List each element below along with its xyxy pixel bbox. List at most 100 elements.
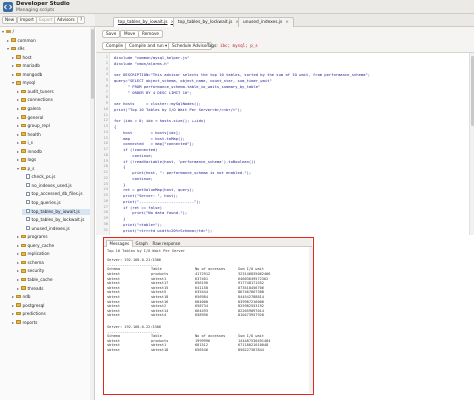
tree-folder-item[interactable]: ▸ logs	[17, 157, 36, 163]
tree-folder-item[interactable]: ▸ ndb	[12, 294, 30, 300]
folder-icon	[21, 140, 26, 145]
editor-scrollbar[interactable]	[469, 53, 474, 235]
line-number: 29	[103, 216, 108, 220]
close-icon[interactable]: ×	[285, 20, 289, 25]
tree-folder-item[interactable]: ▸ group_repl	[17, 123, 50, 129]
tree-folder-item[interactable]: ▸ reports	[12, 320, 37, 326]
sidebar-scrollbar[interactable]	[90, 27, 94, 400]
code-line: print("<tr><td width=20%>Schema</td>");	[114, 227, 213, 233]
code-line: if (!connected)	[114, 147, 158, 152]
import-button[interactable]: Import	[17, 16, 37, 24]
code-line: continue;	[114, 175, 153, 181]
code-line: var hosts = cluster::mySqlNodes();	[114, 101, 201, 106]
tab-messages[interactable]: Messages	[106, 239, 133, 247]
tree-item-label: unused_indexes.js	[31, 225, 70, 231]
table-cell: 810473957920	[238, 313, 264, 318]
advisors-button[interactable]: Advisors	[54, 16, 78, 24]
tree-folder-item[interactable]: ▸ common	[7, 38, 36, 44]
tree-folder-item[interactable]: ▸ general	[17, 115, 43, 121]
tree-folder-item[interactable]: ▸ replication	[17, 251, 50, 257]
tags-field[interactable]: ibc; mysql; p_s	[220, 43, 258, 48]
tree-file-item[interactable]: top_queries.js	[22, 200, 61, 206]
code-line: connected = map["connected"];	[114, 141, 195, 147]
tree-folder-item[interactable]: ▸ audit_tuners	[17, 89, 54, 95]
tree-item-label: health	[27, 131, 41, 137]
tree-folder-item[interactable]: ▸ query_cache	[17, 243, 54, 249]
tree-file-item[interactable]: top_tables_by_iowait.js	[22, 208, 90, 215]
tree-file-item[interactable]: top_accessed_db_files.js	[22, 191, 83, 197]
tree-folder-item[interactable]: ▸ threads	[17, 286, 43, 292]
tree-file-item[interactable]: unused_indexes.js	[22, 226, 70, 232]
tree-folder-item[interactable]: ▸ schema	[17, 260, 44, 266]
tab-raw-response[interactable]: Raw response	[149, 240, 184, 247]
main-toolbar: New Import Export Advisors ?	[0, 14, 95, 27]
line-number: 12	[103, 118, 108, 123]
move-button[interactable]: Move	[120, 30, 140, 38]
tree-item-label: security	[27, 268, 45, 274]
tree-item-label: mysql	[22, 80, 36, 86]
tree-folder-item[interactable]: ▸ connections	[17, 97, 53, 103]
folder-icon	[21, 277, 26, 282]
tree-folder-item[interactable]: ▸ galera	[17, 106, 41, 112]
tree-file-item[interactable]: top_tables_by_lockwait.js	[22, 217, 85, 223]
tab-unused-indexes[interactable]: unused_indexes.js ×	[238, 17, 294, 27]
line-number: 20	[103, 164, 108, 169]
scrollbar-thumb[interactable]	[90, 29, 94, 99]
tree-folder-item[interactable]: ▸ i_s	[17, 140, 33, 146]
tree-folder-item[interactable]: ▸ security	[17, 268, 44, 274]
line-number: 22	[103, 175, 108, 180]
line-number: 10	[103, 106, 108, 111]
tree-folder-item[interactable]: ▸ postgresql	[12, 303, 44, 309]
tree-folder-item[interactable]: ▾ mysql	[12, 80, 35, 86]
tree-item-label: general	[27, 114, 44, 120]
tab-top-tables-by-lockwait[interactable]: top_tables_by_lockwait.js×	[173, 17, 244, 27]
output-scrollbar[interactable]	[309, 247, 313, 393]
tree-file-item[interactable]: no_indexes_used.js	[22, 183, 72, 189]
code-line: print("------------------------");	[114, 198, 201, 204]
compile-button[interactable]: Compile	[102, 42, 128, 50]
output-title: Top 10 Tables by I/O Wait Per Server	[107, 249, 185, 253]
tree-folder-item[interactable]: ▸ innodb	[17, 149, 42, 155]
line-number: 4	[105, 72, 108, 77]
line-number: 8	[105, 95, 108, 100]
export-button[interactable]: Export	[36, 16, 56, 24]
scrollbar-thumb[interactable]	[470, 56, 474, 126]
tree-folder-item[interactable]: ▾ s9s	[7, 46, 25, 52]
table-cell: sbtest18	[151, 347, 169, 352]
remove-button[interactable]: Remove	[138, 30, 163, 38]
tree-item-label: top_accessed_db_files.js	[31, 191, 83, 197]
tree-folder-item[interactable]: ▸ mongodb	[12, 72, 42, 78]
tree-file-item[interactable]: check_ps.js	[22, 174, 55, 180]
schedule-advisor-button[interactable]: Schedule Advisor	[168, 42, 213, 50]
developer-studio-window: Developer Studio Managing scripts New Im…	[0, 0, 474, 400]
file-icon	[26, 174, 30, 179]
line-number: 15	[103, 135, 108, 140]
save-button[interactable]: Save	[102, 30, 121, 38]
tree-folder-item[interactable]: ▸ predictions	[12, 311, 46, 317]
line-number: 23	[103, 181, 108, 186]
tab-top-tables-by-iowait[interactable]: top_tables_by_iowait.js×	[113, 17, 180, 27]
tree-item-label: postgresql	[22, 302, 45, 308]
output-tab-bar: Messages Graph Raw response	[104, 238, 312, 247]
line-number: 6	[105, 83, 108, 88]
tree-item-label: ndb	[22, 294, 31, 300]
line-number: 5	[105, 78, 108, 82]
new-button[interactable]: New	[2, 16, 18, 24]
folder-icon	[6, 29, 11, 34]
tree-folder-item[interactable]: ▸ host	[12, 55, 32, 61]
folder-icon	[21, 166, 26, 171]
tree-folder-item[interactable]: ▸ programs	[17, 234, 48, 240]
tree-item-label: common	[17, 37, 36, 43]
tree-folder-item[interactable]: ▸ mariadb	[12, 63, 40, 69]
help-button[interactable]: ?	[77, 16, 85, 24]
code-editor[interactable]: 1 2 3 4 5 6 7 8 9 10 11 12 13 14 15 16 17 18 19 20 21 22 23 24 2…	[96, 53, 474, 235]
file-icon	[26, 191, 30, 196]
line-number: 19	[103, 158, 108, 163]
compile-and-run-button[interactable]: Compile and run ▾	[125, 42, 172, 50]
chevron-down-icon: ▾	[165, 43, 168, 48]
tree-folder-item[interactable]: ▾ /	[2, 29, 14, 35]
tree-folder-item[interactable]: ▸ table_cache	[17, 277, 53, 283]
folder-icon	[16, 311, 21, 316]
tree-folder-item[interactable]: ▾ p_s	[17, 166, 34, 172]
tree-folder-item[interactable]: ▸ health	[17, 132, 41, 138]
